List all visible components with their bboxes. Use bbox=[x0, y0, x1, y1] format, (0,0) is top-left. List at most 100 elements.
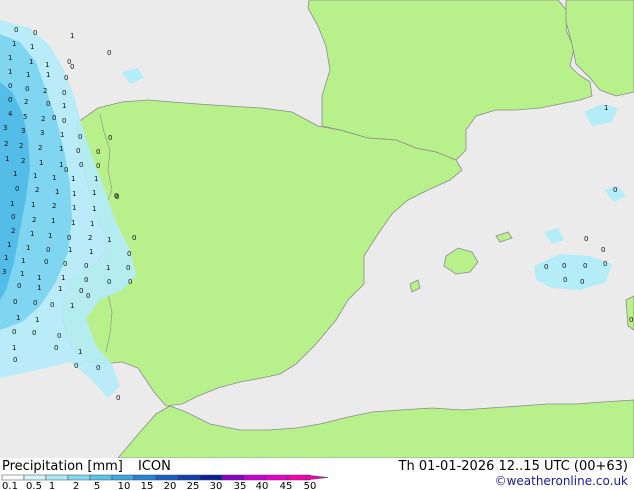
precip-value: 0 bbox=[562, 262, 566, 270]
precip-value: 0 bbox=[33, 29, 37, 37]
precip-value: 1 bbox=[45, 61, 49, 69]
precip-value: 0 bbox=[107, 278, 111, 286]
precip-value: 1 bbox=[89, 248, 93, 256]
precip-value: 0 bbox=[128, 278, 132, 286]
precip-value: 0 bbox=[126, 264, 130, 272]
precip-value: 2 bbox=[24, 98, 28, 106]
legend-label: 1 bbox=[49, 481, 55, 490]
precip-value: 3 bbox=[21, 127, 25, 135]
precip-value: 0 bbox=[613, 186, 617, 194]
precip-value: 1 bbox=[59, 145, 63, 153]
precip-value: 2 bbox=[11, 227, 15, 235]
precip-value: 3 bbox=[40, 129, 44, 137]
precip-value: 2 bbox=[43, 87, 47, 95]
valid-time: Th 01-01-2026 12..15 UTC (00+63) bbox=[398, 459, 629, 474]
precip-value: 0 bbox=[544, 263, 548, 271]
precip-value: 0 bbox=[32, 329, 36, 337]
precip-value: 0 bbox=[8, 96, 12, 104]
legend-label: 30 bbox=[210, 481, 223, 490]
precip-value: 0 bbox=[67, 234, 71, 242]
precip-value: 2 bbox=[52, 202, 56, 210]
legend-swatch bbox=[133, 474, 157, 481]
legend-label: 2 bbox=[73, 481, 79, 490]
precip-value: 1 bbox=[12, 40, 16, 48]
precip-value: 1 bbox=[92, 189, 96, 197]
precip-value: 1 bbox=[71, 219, 75, 227]
precip-value: 0 bbox=[583, 262, 587, 270]
precip-value: 0 bbox=[64, 74, 68, 82]
precip-value: 1 bbox=[33, 172, 37, 180]
precip-value: 1 bbox=[16, 314, 20, 322]
legend-swatch bbox=[111, 474, 135, 481]
precip-value: 1 bbox=[70, 302, 74, 310]
precip-value: 0 bbox=[563, 276, 567, 284]
precip-value: 4 bbox=[8, 110, 13, 118]
precip-value: 0 bbox=[79, 287, 83, 295]
precip-value: 0 bbox=[96, 148, 100, 156]
precip-value: 1 bbox=[78, 348, 82, 356]
legend-label: 25 bbox=[187, 481, 200, 490]
precip-value: 0 bbox=[11, 213, 15, 221]
precip-value: 0 bbox=[54, 344, 58, 352]
precip-value: 2 bbox=[35, 186, 39, 194]
model-name: ICON bbox=[138, 459, 171, 474]
precip-value: 1 bbox=[58, 285, 62, 293]
precip-value: 0 bbox=[70, 63, 74, 71]
precip-value: 1 bbox=[35, 316, 39, 324]
precip-value: 0 bbox=[107, 49, 111, 57]
precip-value: 2 bbox=[88, 234, 92, 242]
precip-value: 1 bbox=[70, 32, 74, 40]
precip-value: 0 bbox=[84, 276, 88, 284]
precip-value: 0 bbox=[46, 246, 50, 254]
precip-value: 2 bbox=[4, 140, 8, 148]
precip-value: 1 bbox=[13, 170, 17, 178]
precip-value: 1 bbox=[39, 159, 43, 167]
legend-swatch bbox=[45, 474, 69, 481]
credit-link[interactable]: ©weatheronline.co.uk bbox=[495, 474, 628, 488]
precip-value: 0 bbox=[44, 258, 48, 266]
precip-value: 2 bbox=[32, 216, 36, 224]
precip-value: 1 bbox=[52, 174, 56, 182]
legend-swatch bbox=[265, 474, 289, 481]
precip-value: 1 bbox=[46, 71, 50, 79]
legend-label: 50 bbox=[304, 481, 317, 490]
precip-value: 1 bbox=[55, 188, 59, 196]
precip-value: 0 bbox=[33, 299, 37, 307]
legend-swatch bbox=[23, 474, 47, 481]
precip-value: 2 bbox=[19, 142, 23, 150]
precip-value: 1 bbox=[92, 205, 96, 213]
precip-value: 0 bbox=[62, 89, 66, 97]
legend-label: 0.1 bbox=[2, 481, 18, 490]
precip-value: 1 bbox=[62, 102, 66, 110]
precip-value: 1 bbox=[604, 104, 608, 112]
precip-value: 2 bbox=[41, 115, 45, 123]
precip-value: 1 bbox=[30, 230, 34, 238]
precip-value: 0 bbox=[601, 246, 605, 254]
precip-value: 2 bbox=[38, 144, 42, 152]
precip-value: 0 bbox=[580, 278, 584, 286]
precip-value: 0 bbox=[78, 133, 82, 141]
precip-value: 0 bbox=[108, 134, 112, 142]
precip-value: 0 bbox=[13, 356, 17, 364]
precip-value: 1 bbox=[5, 155, 9, 163]
precip-value: 0 bbox=[603, 260, 607, 268]
precip-value: 0 bbox=[84, 262, 88, 270]
precip-value: 0 bbox=[63, 260, 67, 268]
precip-value: 1 bbox=[12, 344, 16, 352]
precip-value: 1 bbox=[26, 244, 30, 252]
precip-value: 0 bbox=[14, 26, 18, 34]
legend-label: 40 bbox=[256, 481, 269, 490]
precip-value: 0 bbox=[584, 235, 588, 243]
precip-value: 1 bbox=[107, 236, 111, 244]
legend-swatch bbox=[243, 474, 267, 481]
precip-value: 1 bbox=[48, 232, 52, 240]
legend-swatch bbox=[199, 474, 223, 481]
precip-value: 0 bbox=[13, 298, 17, 306]
precip-value: 3 bbox=[3, 124, 7, 132]
legend-label: 35 bbox=[234, 481, 247, 490]
precip-value: 1 bbox=[20, 270, 24, 278]
precip-value: 0 bbox=[64, 166, 68, 174]
legend-label: 5 bbox=[94, 481, 100, 490]
weather-map: 0 0 101 11 1 011 1 1 00 0 2 00 2 04 5 2 03 3 3 1 02 2 2 1 01 2 1 1 0… bbox=[0, 0, 634, 458]
precip-value: 1 bbox=[51, 217, 55, 225]
